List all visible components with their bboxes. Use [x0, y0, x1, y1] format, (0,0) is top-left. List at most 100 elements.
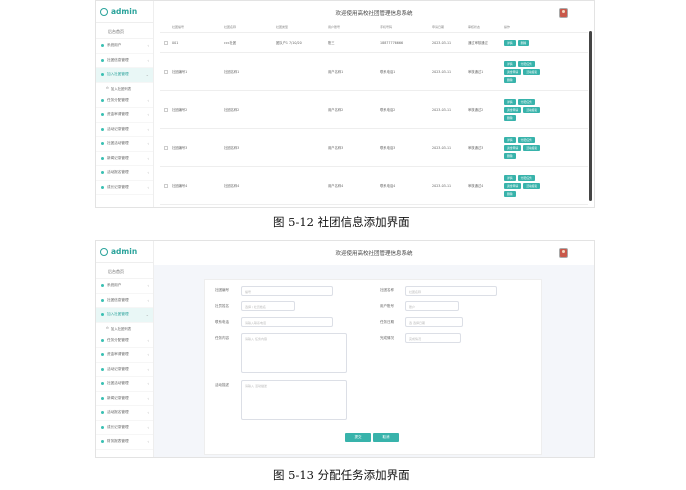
cancel-button[interactable]: 取消 [373, 433, 399, 442]
nav-item[interactable]: 资金审请管理 ‹ [96, 108, 153, 123]
delete-button[interactable]: 删除 [504, 76, 516, 83]
nav-item[interactable]: 社团活动管理 ‹ [96, 377, 153, 392]
detail-button[interactable]: 详情 [504, 174, 516, 181]
header: 欢迎使用高校社团管理信息系统 [154, 241, 594, 265]
nav-item[interactable]: 任务分配管理 ‹ [96, 334, 153, 348]
task-date-picker[interactable]: 选 选择日期 [405, 317, 463, 327]
detail-button[interactable]: 详情 [504, 98, 516, 105]
avatar[interactable] [559, 8, 568, 18]
sidebar: admin 后台首页 系统用户 ‹ 社团信息管理 ‹ 加入社团管理 ⌄ ⊙ 加入社团列表… [96, 1, 154, 207]
chevron-icon: ‹ [147, 395, 149, 401]
nav-sub-item[interactable]: ⊙ 加入社团列表 [96, 83, 153, 94]
task-content-textarea[interactable]: 请输入 任务内容 [241, 333, 347, 373]
row-checkbox[interactable] [164, 69, 168, 74]
chevron-icon: ‹ [147, 366, 149, 372]
sidebar: admin 后台首页 系统用户 ‹ 社团信息管理 ‹ 加入社团管理 ⌄ ⊙ 加入社团列表… [96, 241, 154, 457]
chevron-icon: ‹ [147, 184, 149, 190]
chevron-icon: ‹ [147, 297, 149, 303]
nav-item[interactable]: 系统用户 ‹ [96, 39, 153, 54]
nav-dot-icon [101, 353, 104, 357]
brand-label: admin [111, 7, 138, 16]
assign-task-button[interactable]: 分配任务 [517, 60, 535, 67]
chevron-icon: ‹ [147, 141, 149, 147]
member-name-select[interactable]: 选择 / 社员姓名 [241, 301, 295, 311]
nav-home[interactable]: 后台首页 [96, 25, 153, 39]
nav-dot-icon [101, 440, 104, 444]
nav-dot-icon [101, 185, 104, 189]
club-no-field[interactable]: 编号 [241, 286, 333, 296]
nav-dot-icon [101, 298, 104, 302]
row-checkbox[interactable] [164, 107, 168, 112]
user-icon [100, 247, 108, 256]
nav-item[interactable]: 社团信息管理 ‹ [96, 54, 153, 68]
nav-item[interactable]: 成长记录管理 ‹ [96, 181, 153, 195]
phone-field[interactable]: 请输入联系电话 [241, 317, 333, 327]
activity-desc-textarea[interactable]: 请输入 活动描述 [241, 380, 347, 420]
nav-dot-icon [101, 284, 104, 288]
nav-dot-icon [101, 396, 104, 400]
detail-button[interactable]: 详情 [504, 60, 516, 67]
chevron-icon: ‹ [147, 57, 149, 63]
nav-item[interactable]: 系统用户 ‹ [96, 279, 153, 294]
nav-item[interactable]: 资金审请管理 ‹ [96, 348, 153, 363]
table-row: 001 ccc社团 团队户1 7/10/20 账三 18877776666 20… [160, 33, 588, 53]
activity-signup-button[interactable]: 活动报名 [523, 106, 541, 113]
fund-apply-button[interactable]: 资金申请 [504, 106, 522, 113]
main-panel: 欢迎使用高校社团管理信息系统 社团编号 社团名称 社团类型 用户账号 手机号码 … [154, 1, 594, 207]
nav-item[interactable]: 成长记录管理 ‹ [96, 421, 153, 435]
assign-task-button[interactable]: 分配任务 [517, 136, 535, 143]
nav-dot-icon [101, 156, 104, 160]
row-checkbox[interactable] [164, 40, 168, 45]
nav-dot-icon [101, 58, 104, 62]
table-header: 社团编号 社团名称 社团类型 用户账号 手机号码 申请日期 审核状态 操作 [160, 25, 588, 33]
completion-field[interactable]: 完成情况 [405, 333, 461, 343]
chevron-down-icon: ⌄ [145, 312, 149, 318]
nav-dot-icon [101, 44, 104, 48]
nav-item[interactable]: 活动报名管理 ‹ [96, 166, 153, 181]
activity-signup-button[interactable]: 活动报名 [523, 68, 541, 75]
chevron-icon: ‹ [147, 43, 149, 49]
nav-item-active[interactable]: 加入社团管理 ⌄ [96, 308, 153, 323]
scrollbar[interactable] [589, 31, 592, 201]
nav-item[interactable]: 任务分配管理 ‹ [96, 94, 153, 108]
avatar[interactable] [559, 248, 568, 258]
nav-item[interactable]: 活动记录管理 ‹ [96, 123, 153, 137]
delete-button[interactable]: 删除 [504, 190, 516, 197]
detail-button[interactable]: 详情 [504, 136, 516, 143]
nav-item[interactable]: 社团信息管理 ‹ [96, 294, 153, 308]
assign-task-button[interactable]: 分配任务 [517, 174, 535, 181]
user-account-field[interactable]: 账户 [405, 301, 459, 311]
delete-button[interactable]: 删除 [504, 114, 516, 121]
row-checkbox[interactable] [164, 145, 168, 150]
nav-item[interactable]: 活动记录管理 ‹ [96, 363, 153, 377]
assign-task-form: 社团编号 编号 社团名称 社团名称 社员姓名 选择 / 社员姓名 用户账号 账户… [204, 279, 542, 455]
nav-dot-icon [101, 382, 104, 386]
nav-item[interactable]: 活动报名管理 ‹ [96, 406, 153, 421]
row-checkbox[interactable] [164, 183, 168, 188]
chevron-icon: ‹ [147, 126, 149, 132]
submit-button[interactable]: 提交 [345, 433, 371, 442]
nav-item-active[interactable]: 加入社团管理 ⌄ [96, 68, 153, 83]
activity-signup-button[interactable]: 活动报名 [523, 144, 541, 151]
club-name-field[interactable]: 社团名称 [405, 286, 497, 296]
detail-button[interactable]: 详情 [504, 39, 516, 46]
nav-sub-item[interactable]: ⊙ 加入社团列表 [96, 323, 153, 334]
assign-task-button[interactable]: 分配任务 [517, 98, 535, 105]
nav-item[interactable]: 财务报表管理 ‹ [96, 435, 153, 450]
delete-button[interactable]: 删除 [517, 39, 530, 46]
nav-item[interactable]: 新闻记录管理 ‹ [96, 392, 153, 406]
nav-item[interactable]: 社团活动管理 ‹ [96, 137, 153, 152]
nav-home[interactable]: 后台首页 [96, 265, 153, 279]
brand: admin [96, 241, 153, 263]
user-icon [100, 7, 108, 16]
fund-apply-button[interactable]: 资金申请 [504, 68, 522, 75]
nav-dot-icon [101, 411, 104, 415]
nav-item[interactable]: 新闻记录管理 ‹ [96, 152, 153, 166]
chevron-icon: ‹ [147, 112, 149, 118]
chevron-icon: ‹ [147, 155, 149, 161]
fund-apply-button[interactable]: 资金申请 [504, 144, 522, 151]
activity-signup-button[interactable]: 活动报名 [523, 182, 541, 189]
chevron-down-icon: ⌄ [145, 72, 149, 78]
delete-button[interactable]: 删除 [504, 152, 516, 159]
fund-apply-button[interactable]: 资金申请 [504, 182, 522, 189]
